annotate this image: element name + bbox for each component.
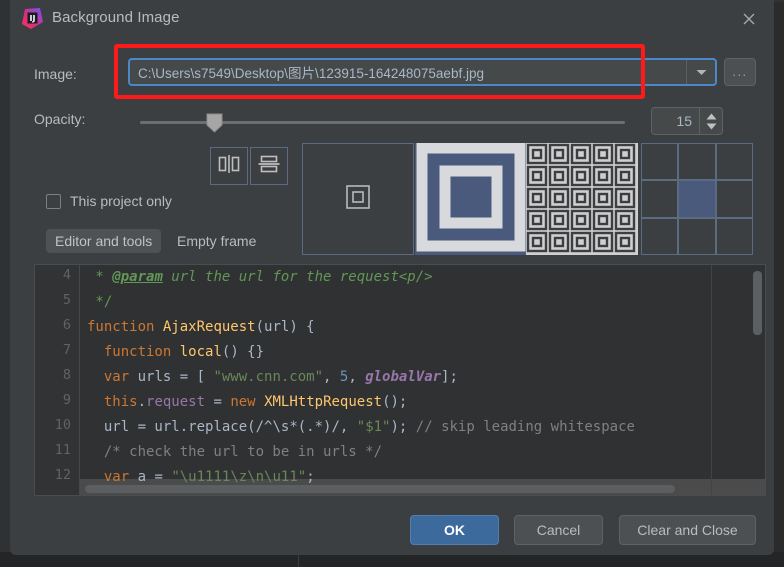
line-number: 12 — [54, 467, 71, 483]
anchor-cell-bottom-left[interactable] — [641, 217, 679, 255]
editor-horizontal-scrollbar[interactable] — [85, 485, 675, 493]
anchor-cell-top-center[interactable] — [678, 143, 716, 181]
code-line-4: * @param url the url for the request<p/> — [87, 269, 433, 285]
line-number: 10 — [54, 417, 71, 433]
line-number: 5 — [62, 292, 71, 308]
dialog-title: Background Image — [52, 9, 180, 26]
cancel-button[interactable]: Cancel — [514, 515, 603, 545]
opacity-stepper-buttons[interactable] — [699, 108, 722, 134]
image-path-input[interactable] — [130, 60, 686, 84]
line-number: 9 — [62, 392, 71, 408]
line-number: 8 — [62, 367, 71, 383]
center-image-icon — [345, 184, 371, 215]
scale-image-icon — [415, 143, 527, 255]
this-project-only-checkbox[interactable]: This project only — [46, 193, 172, 209]
tab-empty-frame[interactable]: Empty frame — [177, 233, 256, 249]
opacity-value[interactable]: 15 — [652, 108, 699, 134]
ok-button[interactable]: OK — [410, 515, 499, 545]
fill-mode-tile-thumbnail[interactable] — [526, 143, 638, 255]
flip-vertical-button[interactable] — [250, 147, 288, 185]
anchor-position-grid[interactable] — [641, 143, 753, 255]
opacity-spinner[interactable]: 15 — [651, 107, 723, 135]
close-icon[interactable] — [734, 6, 764, 32]
opacity-slider[interactable] — [140, 112, 625, 134]
flip-vertical-icon — [257, 154, 281, 179]
opacity-slider-thumb[interactable] — [206, 113, 223, 133]
image-path-label: Image: — [34, 66, 77, 82]
code-line-7: function local() {} — [103, 344, 265, 360]
code-line-11: /* check the url to be in urls */ — [103, 444, 383, 460]
fill-mode-scale-thumbnail[interactable] — [415, 143, 527, 255]
code-preview-panel: 4 5 6 7 8 9 10 11 12 * @param url the ur… — [34, 264, 766, 496]
flip-horizontal-button[interactable] — [210, 147, 248, 185]
anchor-cell-bottom-right[interactable] — [715, 217, 753, 255]
code-line-5: */ — [87, 294, 113, 310]
code-line-9: this.request = new XMLHttpRequest(); — [103, 394, 408, 410]
anchor-cell-middle-center[interactable] — [678, 180, 716, 218]
opacity-label: Opacity: — [34, 111, 86, 127]
line-number: 4 — [62, 267, 71, 283]
editor-gutter: 4 5 6 7 8 9 10 11 12 — [35, 265, 80, 495]
tab-editor-and-tools[interactable]: Editor and tools — [46, 229, 162, 253]
editor-vertical-scrollbar[interactable] — [753, 271, 762, 335]
flip-horizontal-icon — [217, 154, 241, 179]
line-number: 6 — [62, 317, 71, 333]
fill-mode-center-thumbnail[interactable] — [302, 143, 414, 255]
checkbox-box[interactable] — [46, 193, 61, 209]
line-number: 11 — [54, 442, 71, 458]
code-line-8: var urls = [ "www.cnn.com", 5, globalVar… — [103, 369, 458, 385]
this-project-only-label: This project only — [70, 193, 172, 209]
svg-text:IJ: IJ — [30, 14, 36, 23]
anchor-cell-bottom-center[interactable] — [678, 217, 716, 255]
image-path-combobox[interactable] — [128, 58, 717, 86]
clear-and-close-button[interactable]: Clear and Close — [619, 515, 756, 545]
anchor-cell-middle-right[interactable] — [715, 180, 753, 218]
code-line-6: function AjaxRequest(url) { — [87, 319, 315, 335]
triangle-up-icon — [706, 113, 716, 119]
anchor-cell-top-right[interactable] — [715, 143, 753, 181]
chevron-down-icon[interactable] — [686, 60, 715, 84]
anchor-cell-middle-left[interactable] — [641, 180, 679, 218]
code-line-10: url = url.replace(/^\s*(.*)/, "$1"); // … — [87, 419, 635, 435]
triangle-down-icon — [706, 123, 716, 129]
background-image-dialog: IJ Background Image Image: ... Opacity: — [10, 0, 774, 555]
anchor-cell-top-left[interactable] — [641, 143, 679, 181]
dialog-titlebar: IJ Background Image — [10, 0, 774, 38]
browse-file-button[interactable]: ... — [724, 58, 756, 86]
intellij-idea-logo-icon: IJ — [22, 8, 43, 29]
tile-image-icon — [526, 143, 638, 255]
code-text[interactable]: * @param url the url for the request<p/>… — [87, 265, 765, 485]
line-number: 7 — [62, 342, 71, 358]
